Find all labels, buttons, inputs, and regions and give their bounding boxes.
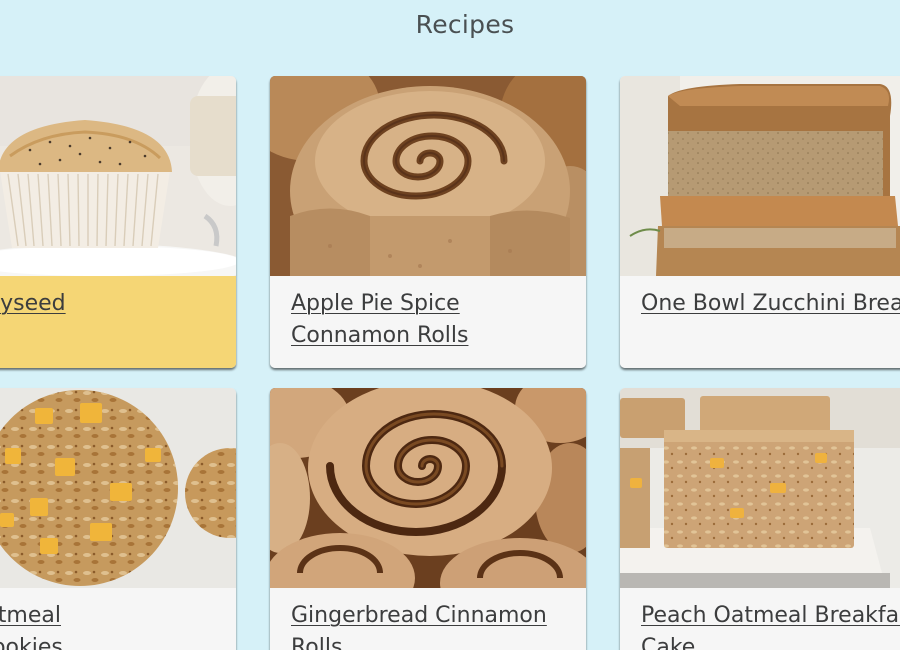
recipe-title-link[interactable]: Peach Oatmeal Breakfast Cake	[641, 600, 900, 650]
page-title: Recipes	[415, 10, 515, 39]
recipe-title-link[interactable]: One Bowl Zucchini Bread	[641, 288, 900, 320]
recipe-title-link[interactable]: Gingerbread Cinnamon Rolls	[291, 600, 571, 650]
peach-oatmeal-bars-photo	[620, 388, 900, 588]
recipe-image[interactable]	[0, 76, 236, 276]
recipe-caption: Peach Oatmeal Breakfast Cake	[620, 588, 900, 650]
recipe-image[interactable]	[620, 388, 900, 588]
recipe-caption: Lemon Poppyseed Muffins	[0, 276, 236, 368]
recipe-image[interactable]	[270, 76, 586, 276]
recipe-card-apple-pie-spice-connamon-rolls[interactable]: Apple Pie Spice Connamon Rolls	[270, 76, 586, 368]
recipe-caption: Apple Pie Spice Connamon Rolls	[270, 276, 586, 368]
recipe-card-peach-oatmeal-breakfast-cake[interactable]: Peach Oatmeal Breakfast Cake	[620, 388, 900, 650]
recipe-card-one-bowl-zucchini-bread[interactable]: One Bowl Zucchini Bread	[620, 76, 900, 368]
recipe-card-gingerbread-cinnamon-rolls[interactable]: Gingerbread Cinnamon Rolls	[270, 388, 586, 650]
cinnamon-roll-photo	[270, 76, 586, 276]
recipe-image[interactable]	[620, 76, 900, 276]
recipe-image[interactable]	[0, 388, 236, 588]
recipe-title-link[interactable]: Apple Pie Spice Connamon Rolls	[291, 288, 571, 352]
oatmeal-cookies-photo	[0, 388, 236, 588]
recipe-caption: One Bowl Zucchini Bread	[620, 276, 900, 368]
lemon-poppyseed-muffin-photo	[0, 76, 236, 276]
recipe-title-link[interactable]: Pumpkin Oatmeal Breakfast Cookies	[0, 600, 145, 650]
recipe-caption: Pumpkin Oatmeal Breakfast Cookies	[0, 588, 236, 650]
recipe-image[interactable]	[270, 388, 586, 588]
zucchini-bread-loaf-photo	[620, 76, 900, 276]
recipes-page: Recipes yseed Apple Pie Spice Connamon R…	[0, 0, 900, 650]
recipe-title-link[interactable]: Lemon Poppyseed Muffins	[0, 288, 145, 352]
recipe-card-pumpkin-oatmeal-breakfast-cookies[interactable]: Pumpkin Oatmeal Breakfast Cookies	[0, 388, 236, 650]
gingerbread-cinnamon-rolls-photo	[270, 388, 586, 588]
recipe-card-lemon-poppyseed-muffins[interactable]: Lemon Poppyseed Muffins	[0, 76, 236, 368]
recipe-caption: Gingerbread Cinnamon Rolls	[270, 588, 586, 650]
